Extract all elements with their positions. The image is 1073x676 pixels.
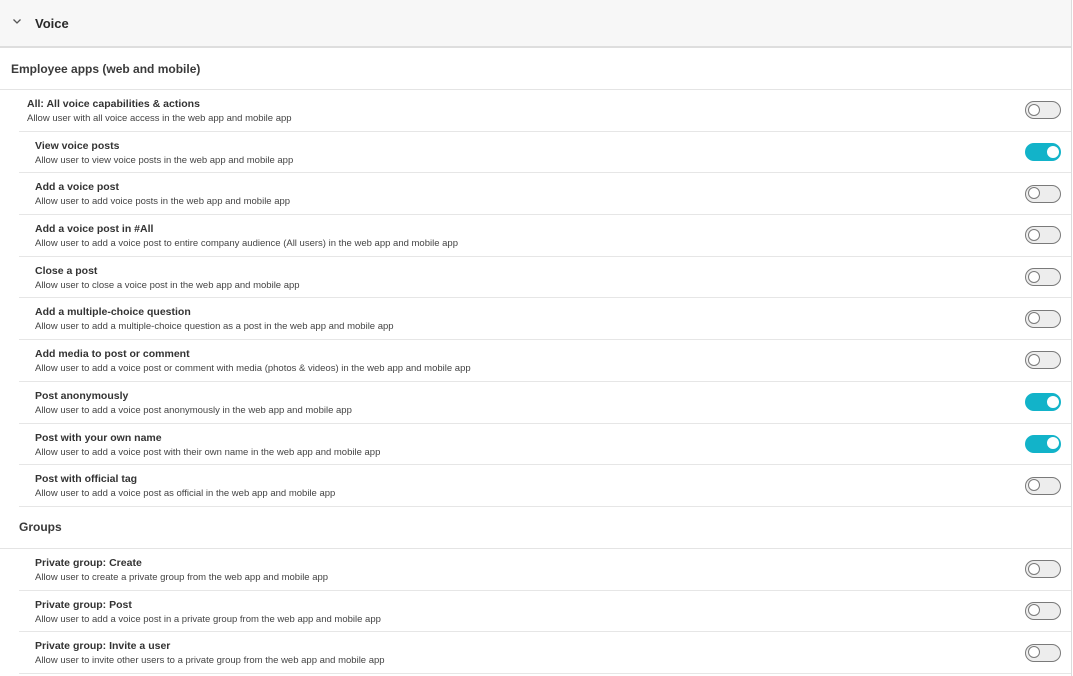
toggle-knob [1027,103,1040,116]
permission-description: Allow user to view voice posts in the we… [35,154,294,166]
permission-description: Allow user to add a voice post with thei… [35,446,381,458]
permission-title: Post with official tag [35,473,138,486]
permission-description: Allow user to add a voice post anonymous… [35,404,352,416]
permission-description: Allow user to add a voice post in a priv… [35,613,381,625]
toggle-switch[interactable] [1025,476,1061,495]
permission-row-post-own-name: Post with your own name Allow user to ad… [19,424,1071,466]
toggle-switch[interactable] [1025,143,1061,162]
permission-description: Allow user to add a multiple-choice ques… [35,321,394,333]
voice-section-header[interactable]: Voice [0,0,1071,48]
toggle-switch[interactable] [1025,643,1061,662]
permission-title: View voice posts [35,139,120,152]
permission-title: Close a post [35,264,98,277]
toggle-switch[interactable] [1025,351,1061,370]
toggle-switch[interactable] [1025,184,1061,203]
permission-title: Post anonymously [35,389,129,402]
toggle-knob [1027,187,1040,200]
toggle-knob [1027,646,1040,659]
permission-title: All: All voice capabilities & actions [27,98,200,110]
permission-description: Allow user to close a voice post in the … [35,279,300,291]
chevron-down-icon[interactable] [12,16,22,26]
permission-row-private-group-create: Private group: Create Allow user to crea… [19,549,1071,591]
toggle-switch[interactable] [1025,101,1061,120]
toggle-knob [1046,145,1059,158]
toggle-knob [1027,270,1040,283]
toggle-knob [1046,395,1059,408]
group-header-groups: Groups [0,507,1071,549]
toggle-switch[interactable] [1025,268,1061,287]
permission-description: Allow user to add a voice post as offici… [35,488,336,500]
permission-title: Add a multiple-choice question [35,306,191,319]
toggle-knob [1027,228,1040,241]
toggle-knob [1027,562,1040,575]
permission-title: Add a voice post in #All [35,223,154,236]
permission-row-close-post: Close a post Allow user to close a voice… [19,257,1071,299]
toggle-knob [1027,353,1040,366]
permission-title: Private group: Invite a user [35,640,171,653]
toggle-switch[interactable] [1025,309,1061,328]
permission-title: Private group: Create [35,556,142,569]
permission-row-add-voice-post-all: Add a voice post in #All Allow user to a… [19,215,1071,257]
toggle-knob [1046,437,1059,450]
toggle-switch[interactable] [1025,393,1061,412]
permission-description: Allow user to add a voice post to entire… [35,238,458,250]
permission-row-private-group-invite: Private group: Invite a user Allow user … [19,632,1071,674]
toggle-switch[interactable] [1025,601,1061,620]
toggle-knob [1027,479,1040,492]
group-header-employee-apps: Employee apps (web and mobile) [0,48,1071,90]
permission-row-multiple-choice: Add a multiple-choice question Allow use… [19,298,1071,341]
permission-title: Add media to post or comment [35,348,190,361]
toggle-switch[interactable] [1025,434,1061,453]
permission-description: Allow user to invite other users to a pr… [35,655,385,667]
toggle-knob [1027,604,1040,617]
permission-row-private-group-post: Private group: Post Allow user to add a … [19,591,1071,633]
permission-row-add-voice-post: Add a voice post Allow user to add voice… [19,173,1071,216]
permission-row-post-anonymously: Post anonymously Allow user to add a voi… [19,382,1071,424]
voice-permissions-panel: Voice Employee apps (web and mobile) All… [0,0,1072,676]
toggle-knob [1027,312,1040,325]
toggle-switch[interactable] [1025,226,1061,245]
permission-description: Allow user to create a private group fro… [35,571,329,583]
permission-title: Add a voice post [35,181,120,194]
section-title: Voice [35,15,69,31]
permission-description: Allow user to add voice posts in the web… [35,196,291,208]
permission-description: Allow user with all voice access in the … [27,113,292,124]
permission-row-official-tag: Post with official tag Allow user to add… [19,465,1071,507]
permission-title: Private group: Post [35,598,132,611]
permission-row-all-voice: All: All voice capabilities & actions Al… [19,90,1071,132]
toggle-switch[interactable] [1025,560,1061,579]
permission-row-view-voice-posts: View voice posts Allow user to view voic… [19,132,1071,174]
permission-description: Allow user to add a voice post or commen… [35,363,471,375]
permission-row-add-media: Add media to post or comment Allow user … [19,340,1071,382]
permission-title: Post with your own name [35,431,162,444]
